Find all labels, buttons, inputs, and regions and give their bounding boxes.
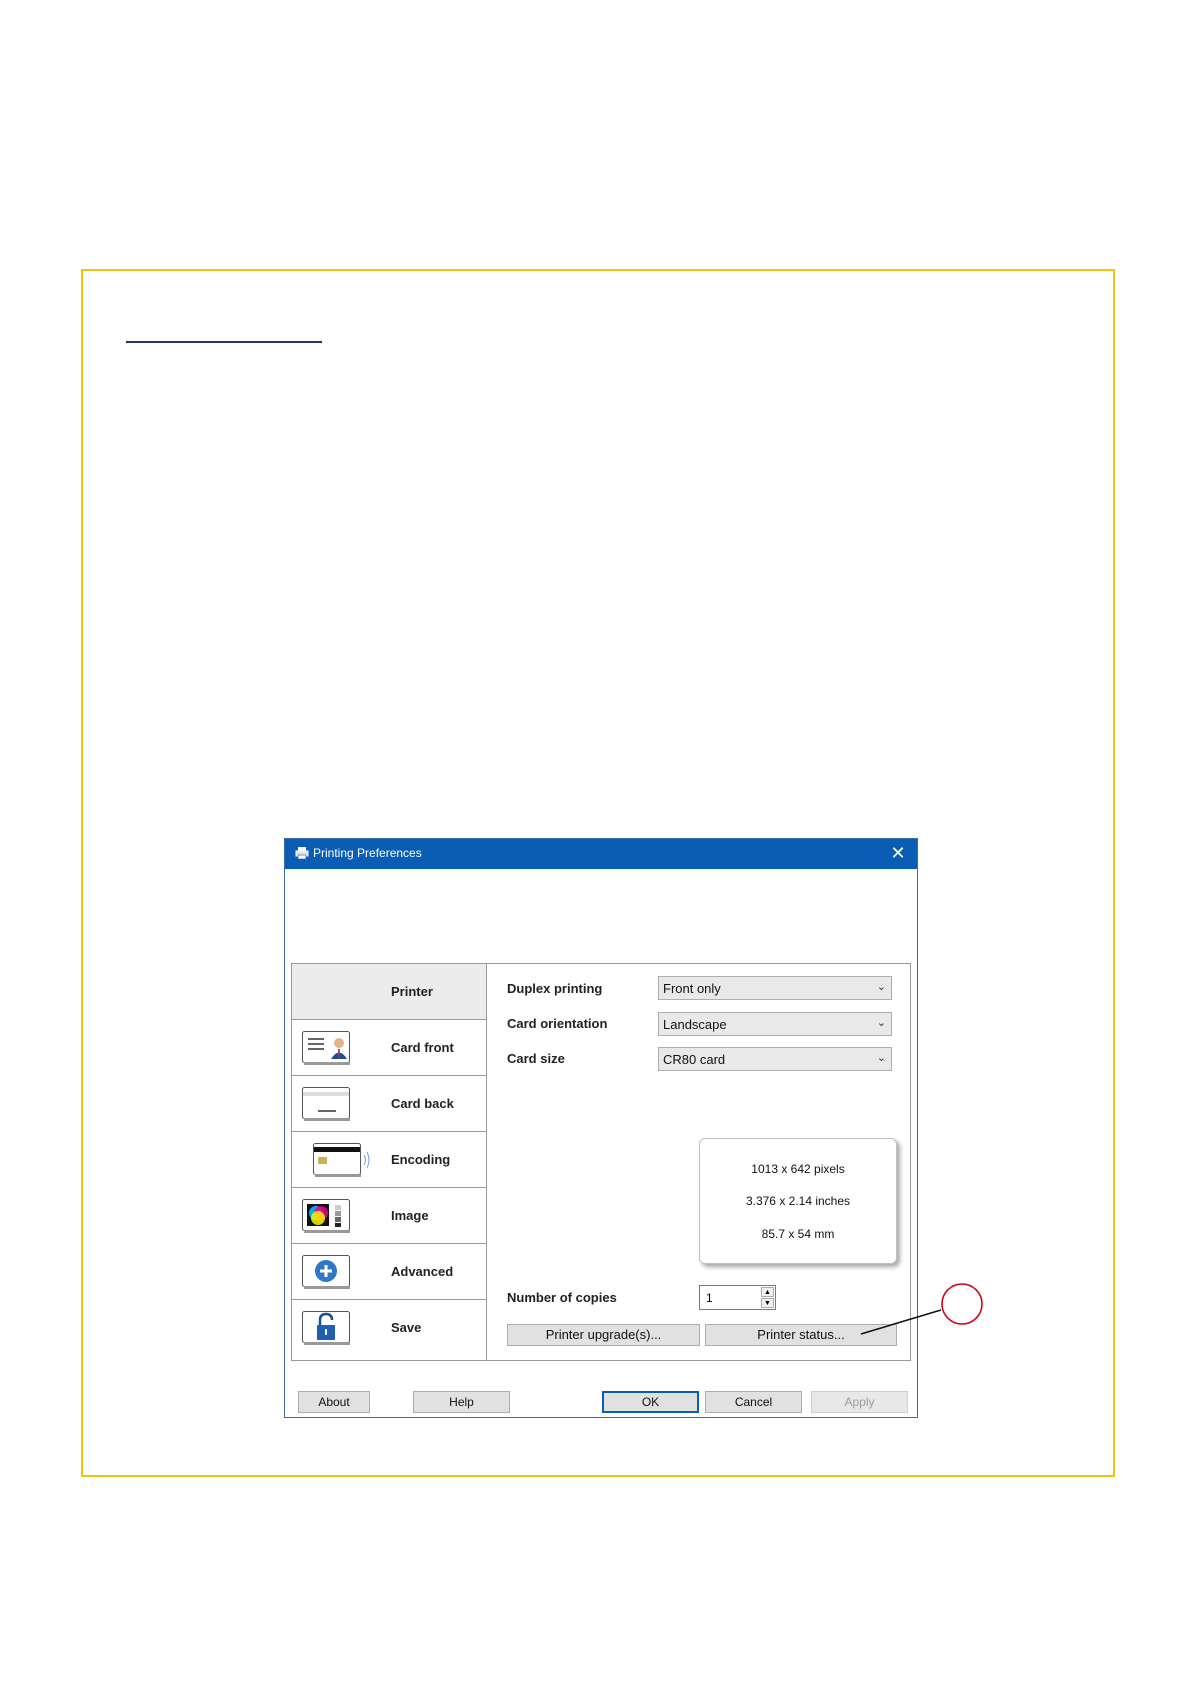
card-size-label: Card size [507,1051,565,1066]
stepper-up-icon[interactable]: ▲ [761,1287,774,1297]
apply-button: Apply [811,1391,908,1413]
sidebar: Printer Card front Card back Encoding Im… [292,964,487,1360]
orientation-value: Landscape [663,1017,727,1032]
sidebar-item-save[interactable]: Save [292,1300,486,1356]
sidebar-item-label: Image [391,1208,429,1223]
chevron-down-icon: ⌄ [876,1052,886,1064]
sidebar-item-label: Card front [391,1040,454,1055]
ok-button[interactable]: OK [602,1391,699,1413]
cancel-button[interactable]: Cancel [705,1391,802,1413]
copies-value: 1 [706,1291,713,1305]
orientation-label: Card orientation [507,1016,608,1031]
sidebar-item-printer[interactable]: Printer [292,964,486,1020]
sidebar-item-label: Printer [391,984,433,999]
card-size-value: CR80 card [663,1052,726,1067]
advanced-plus-icon [302,1255,350,1289]
lock-icon [302,1311,350,1345]
card-inches: 3.376 x 2.14 inches [745,1194,851,1208]
printer-upgrade-button[interactable]: Printer upgrade(s)... [507,1324,700,1346]
title-bar: Printing Preferences ✕ [285,839,917,869]
dialog-title: Printing Preferences [313,846,422,860]
chevron-down-icon: ⌄ [876,1017,886,1029]
card-size-select[interactable]: CR80 card ⌄ [658,1047,892,1071]
close-icon[interactable]: ✕ [887,842,909,864]
about-button[interactable]: About [298,1391,370,1413]
card-mm: 85.7 x 54 mm [761,1227,835,1241]
card-front-icon [302,1031,350,1065]
card-pixels: 1013 x 642 pixels [751,1162,845,1176]
duplex-select[interactable]: Front only ⌄ [658,976,892,1000]
sidebar-item-label: Advanced [391,1264,454,1279]
printer-settings: Duplex printing Front only ⌄ Card orient… [487,964,910,1360]
card-preview: 1013 x 642 pixels 3.376 x 2.14 inches 85… [699,1138,897,1264]
stepper-down-icon[interactable]: ▼ [761,1298,774,1308]
orientation-select[interactable]: Landscape ⌄ [658,1012,892,1036]
duplex-label: Duplex printing [507,981,603,996]
settings-panel: Printer Card front Card back Encoding Im… [291,963,911,1361]
heading-underline [126,341,322,343]
printing-preferences-dialog: Printing Preferences ✕ Printer Card fron… [284,838,918,1418]
sidebar-item-advanced[interactable]: Advanced [292,1244,486,1300]
printer-icon [295,847,309,860]
sidebar-item-label: Save [391,1320,422,1335]
sidebar-item-label: Card back [391,1096,454,1111]
sidebar-item-card-back[interactable]: Card back [292,1076,486,1132]
sidebar-item-image[interactable]: Image [292,1188,486,1244]
sidebar-item-encoding[interactable]: Encoding [292,1132,486,1188]
sidebar-item-card-front[interactable]: Card front [292,1020,486,1076]
callout-annotation [860,1283,983,1335]
copies-stepper[interactable]: 1 ▲ ▼ [699,1285,776,1310]
chevron-down-icon: ⌄ [876,981,886,993]
copies-label: Number of copies [507,1290,617,1305]
encoding-icon [313,1143,370,1177]
image-icon [302,1199,350,1233]
help-button[interactable]: Help [413,1391,510,1413]
duplex-value: Front only [663,981,721,996]
card-back-icon [302,1087,350,1121]
sidebar-item-label: Encoding [391,1152,451,1167]
